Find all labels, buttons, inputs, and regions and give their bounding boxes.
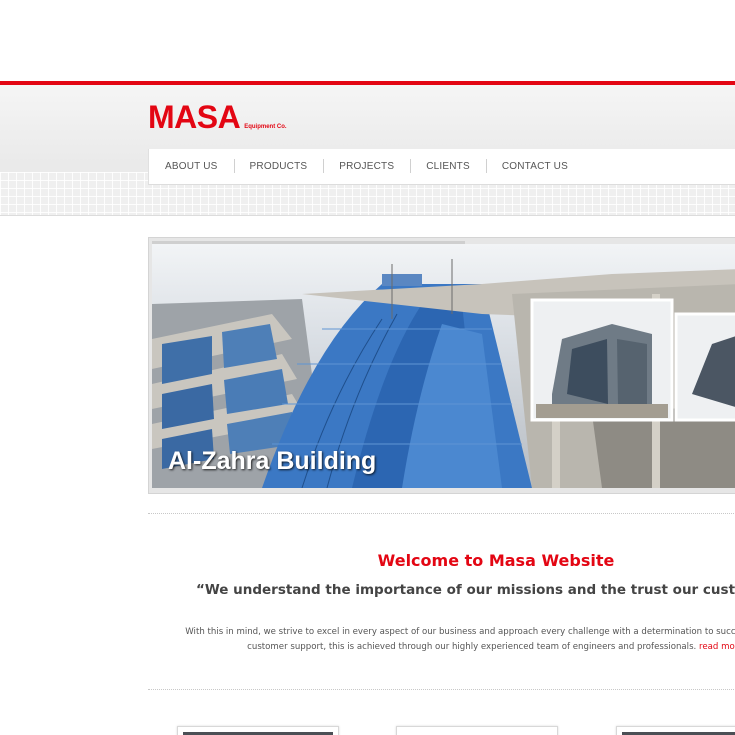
section-divider-bottom bbox=[148, 689, 735, 690]
welcome-body: With this in mind, we strive to excel in… bbox=[148, 625, 735, 655]
nav-item-clients[interactable]: CLIENTS bbox=[410, 159, 486, 173]
welcome-quote: “We understand the importance of our mis… bbox=[196, 582, 735, 598]
welcome-body-line-2-text: customer support, this is achieved throu… bbox=[247, 642, 697, 652]
page: MASA Equipment Co. ABOUT US PRODUCTS PRO… bbox=[0, 0, 735, 735]
header-divider bbox=[0, 215, 735, 216]
site-logo[interactable]: MASA Equipment Co. bbox=[148, 101, 287, 133]
nav-item-projects[interactable]: PROJECTS bbox=[323, 159, 410, 173]
read-more-link[interactable]: read more.. bbox=[699, 642, 735, 652]
inset-photo-1 bbox=[530, 298, 674, 422]
logo-wordmark: MASA bbox=[148, 99, 241, 135]
welcome-body-line-1: With this in mind, we strive to excel in… bbox=[185, 627, 735, 637]
slide-caption: Al-Zahra Building bbox=[168, 447, 377, 475]
nav-item-about-us[interactable]: ABOUT US bbox=[149, 161, 234, 172]
feature-thumbnail-2[interactable] bbox=[396, 726, 558, 735]
welcome-body-line-2: customer support, this is achieved throu… bbox=[148, 640, 735, 655]
logo-subtitle: Equipment Co. bbox=[244, 124, 287, 130]
feature-thumbnail-3[interactable] bbox=[616, 726, 735, 735]
section-divider-top bbox=[148, 513, 735, 514]
nav-item-contact-us[interactable]: CONTACT US bbox=[485, 159, 584, 173]
main-nav: ABOUT US PRODUCTS PROJECTS CLIENTS CONTA… bbox=[148, 149, 735, 185]
inset-photo-2 bbox=[674, 312, 735, 422]
feature-thumbnail-1[interactable] bbox=[177, 726, 339, 735]
nav-item-products[interactable]: PRODUCTS bbox=[233, 159, 324, 173]
welcome-title: Welcome to Masa Website bbox=[377, 551, 615, 570]
